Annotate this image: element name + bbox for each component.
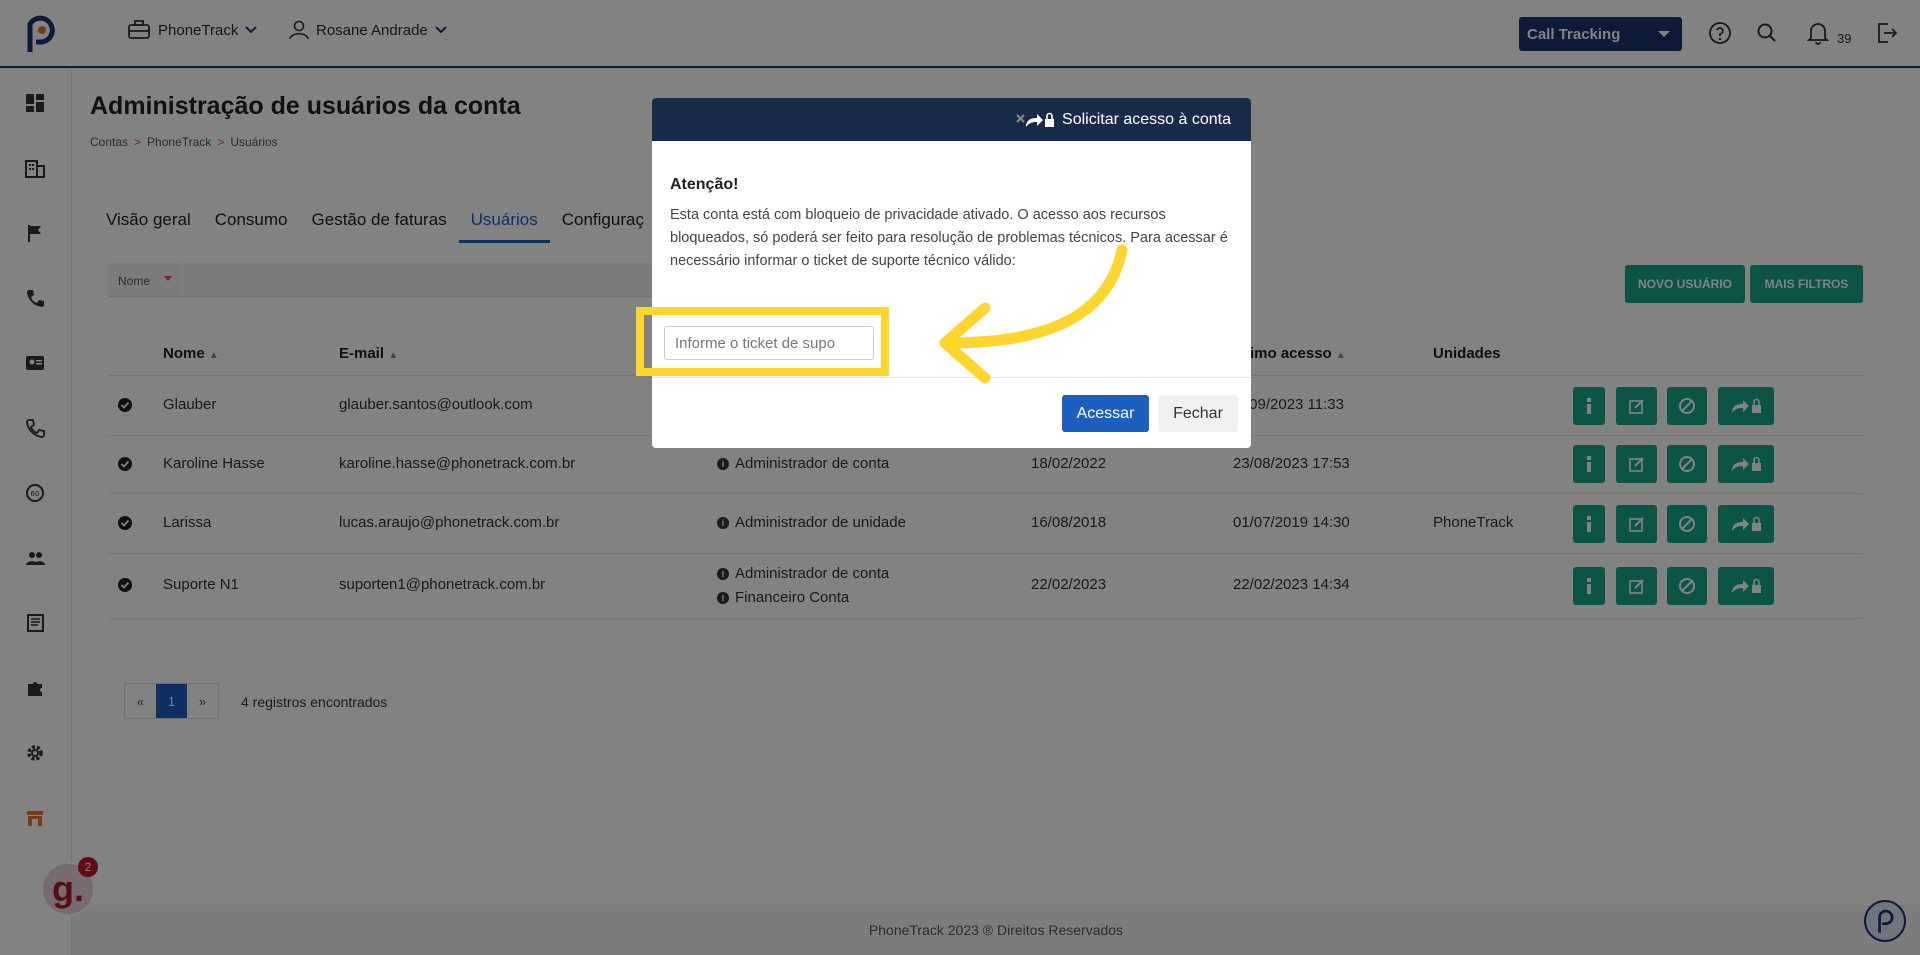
attention-title: Atenção! xyxy=(670,176,739,193)
modal-title: Solicitar acesso à conta xyxy=(1062,110,1231,128)
share-lock-icon xyxy=(1016,112,1055,127)
close-button[interactable]: Fechar xyxy=(1158,395,1238,432)
access-button[interactable]: Acessar xyxy=(1062,395,1149,432)
arrow-annotation-icon xyxy=(939,244,1128,384)
modal-header: Solicitar acesso à conta xyxy=(652,98,1251,141)
highlight-box xyxy=(636,307,889,376)
